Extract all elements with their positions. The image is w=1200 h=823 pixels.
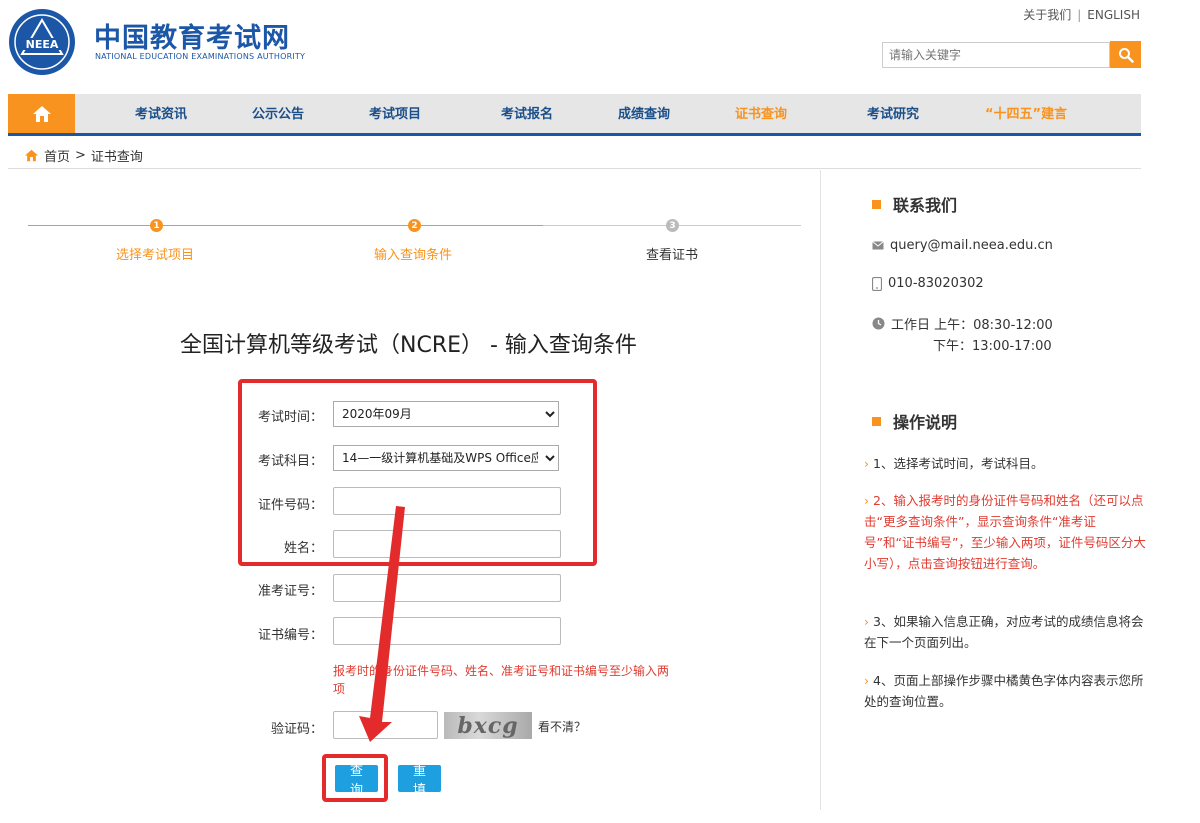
instructions-title: 操作说明 bbox=[872, 409, 957, 433]
home-icon bbox=[32, 105, 51, 122]
nav-home-button[interactable] bbox=[8, 94, 75, 133]
contact-title-text: 联系我们 bbox=[893, 196, 958, 215]
instruction-item: › 2、输入报考时的身份证件号码和姓名（还可以点击“更多查询条件”，显示查询条件“… bbox=[864, 493, 1146, 571]
contact-title: 联系我们 bbox=[872, 192, 957, 216]
breadcrumb-separator: > bbox=[75, 148, 86, 163]
contact-phone: 010-83020302 bbox=[888, 276, 984, 291]
input-hint: 报考时的身份证件号码、姓名、准考证号和证书编号至少输入两项 bbox=[333, 664, 670, 696]
nav-item-suggestions[interactable]: “十四五”建言 bbox=[985, 94, 1067, 133]
nav-item-registration[interactable]: 考试报名 bbox=[501, 94, 553, 133]
chevron-right-icon: › bbox=[864, 673, 869, 688]
admission-number-input[interactable] bbox=[333, 574, 561, 602]
captcha-refresh-link[interactable]: 看不清？ bbox=[538, 718, 586, 735]
sidebar-divider bbox=[820, 170, 821, 810]
annotation-highlight-query-button bbox=[322, 754, 388, 802]
form-title: 全国计算机等级考试（NCRE） - 输入查询条件 bbox=[180, 333, 637, 358]
reset-button[interactable]: 重填 bbox=[398, 764, 441, 798]
step-2-dot: 2 bbox=[408, 219, 421, 232]
contact-email[interactable]: query@mail.neea.edu.cn bbox=[890, 238, 1053, 253]
svg-text:NEEA: NEEA bbox=[26, 38, 59, 51]
step-1-label: 选择考试项目 bbox=[116, 248, 195, 263]
mail-icon bbox=[872, 241, 884, 250]
captcha-input[interactable] bbox=[333, 711, 438, 739]
admission-number-label: 准考证号： bbox=[257, 584, 323, 599]
breadcrumb-home[interactable]: 首页 bbox=[44, 146, 70, 165]
english-link[interactable]: ENGLISH bbox=[1087, 8, 1140, 22]
search-button[interactable] bbox=[1110, 41, 1141, 68]
contact-hours-line1: 工作日 上午：08:30-12:00 bbox=[891, 318, 1053, 333]
about-link[interactable]: 关于我们 bbox=[1023, 8, 1071, 22]
chevron-right-icon: › bbox=[864, 493, 869, 508]
breadcrumb: 首页 > 证书查询 bbox=[24, 146, 143, 165]
site-subtitle: NATIONAL EDUCATION EXAMINATIONS AUTHORIT… bbox=[95, 52, 306, 61]
instruction-item: › 1、选择考试时间，考试科目。 bbox=[864, 456, 1044, 471]
search-input[interactable] bbox=[882, 42, 1110, 68]
neea-logo: NEEA bbox=[9, 9, 75, 75]
cert-number-label: 证书编号： bbox=[257, 628, 323, 643]
captcha-image[interactable]: bxcg bbox=[444, 712, 532, 739]
nav-item-exam-projects[interactable]: 考试项目 bbox=[369, 94, 421, 133]
contact-email-row: query@mail.neea.edu.cn bbox=[872, 238, 1053, 253]
step-3-label: 查看证书 bbox=[646, 248, 699, 263]
instruction-item: › 4、页面上部操作步骤中橘黄色字体内容表示您所处的查询位置。 bbox=[864, 673, 1144, 709]
nav-item-cert-query[interactable]: 证书查询 bbox=[735, 94, 787, 133]
search-icon bbox=[1118, 47, 1134, 63]
step-progress-done bbox=[28, 225, 543, 226]
chevron-right-icon: › bbox=[864, 456, 869, 471]
nav-item-news[interactable]: 考试资讯 bbox=[135, 94, 187, 133]
breadcrumb-current: 证书查询 bbox=[90, 150, 143, 165]
contact-hours-row: 工作日 上午：08:30-12:00 bbox=[872, 314, 1053, 333]
breadcrumb-divider bbox=[8, 168, 1141, 169]
cert-number-input[interactable] bbox=[333, 617, 561, 645]
nav-item-research[interactable]: 考试研究 bbox=[867, 94, 919, 133]
top-links: 关于我们 | ENGLISH bbox=[1023, 8, 1140, 22]
bullet-square-icon bbox=[872, 416, 881, 426]
nav-item-score-query[interactable]: 成绩查询 bbox=[618, 94, 670, 133]
step-3-dot: 3 bbox=[666, 219, 679, 232]
main-nav: 考试资讯 公示公告 考试项目 考试报名 成绩查询 证书查询 考试研究 “十四五”… bbox=[8, 94, 1141, 136]
nav-item-announcements[interactable]: 公示公告 bbox=[252, 94, 304, 133]
captcha-label: 验证码： bbox=[270, 722, 323, 737]
phone-icon bbox=[872, 276, 882, 291]
step-2-label: 输入查询条件 bbox=[374, 248, 453, 263]
instructions-title-text: 操作说明 bbox=[893, 413, 958, 432]
chevron-right-icon: › bbox=[864, 614, 869, 629]
site-title: 中国教育考试网 bbox=[94, 23, 290, 54]
clock-icon bbox=[872, 317, 885, 330]
bullet-square-icon bbox=[872, 199, 881, 209]
instruction-item: › 3、如果输入信息正确，对应考试的成绩信息将会在下一个页面列出。 bbox=[864, 614, 1144, 650]
annotation-highlight-fields bbox=[238, 379, 597, 566]
home-icon bbox=[25, 149, 38, 162]
step-1-dot: 1 bbox=[150, 219, 163, 232]
contact-phone-row: 010-83020302 bbox=[872, 276, 984, 291]
contact-hours-line2: 下午：13:00-17:00 bbox=[933, 339, 1052, 354]
